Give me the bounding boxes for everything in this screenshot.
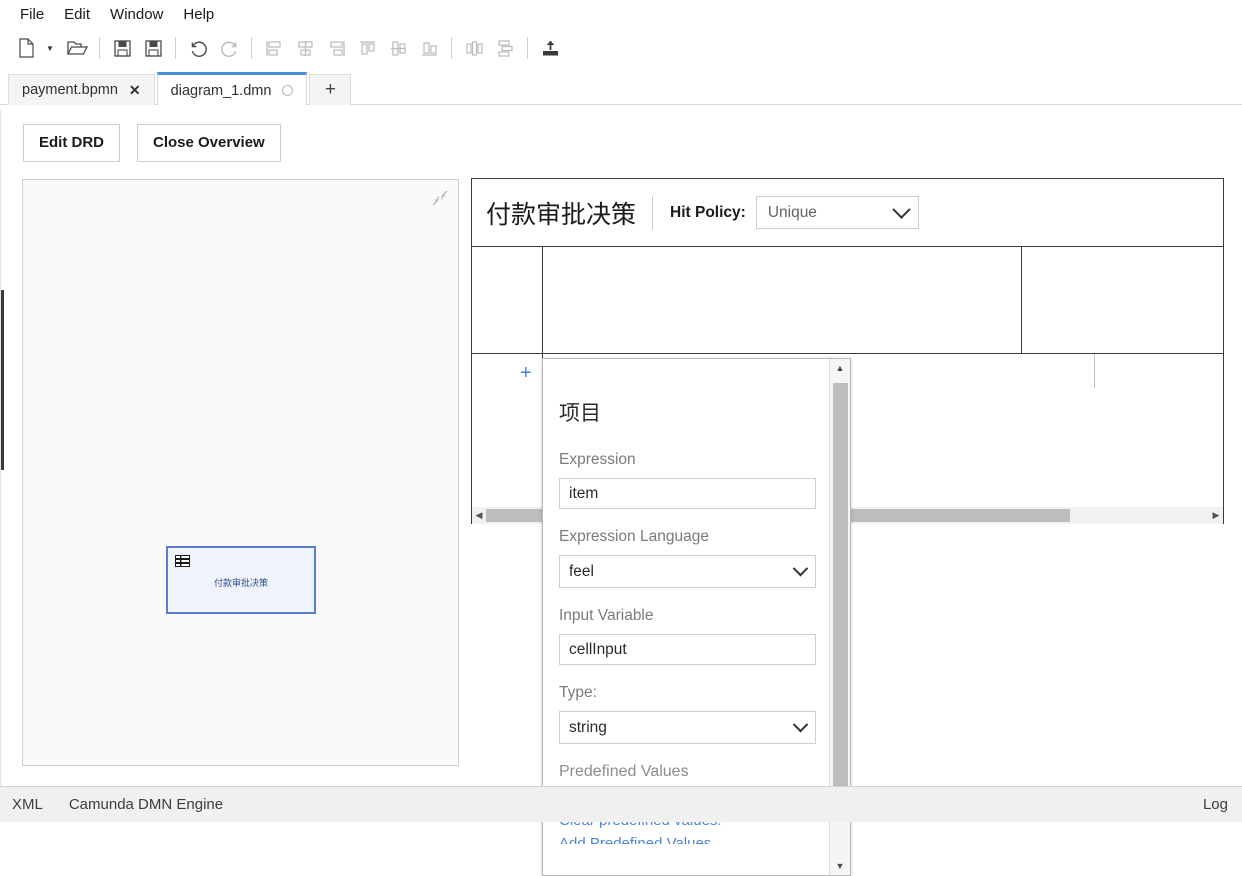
dmn-editor: Edit DRD Close Overview 付款审批决策 付款审批决策 Hi… [0,110,1242,876]
input-variable-label: Input Variable [559,607,654,624]
distribute-horizontal-icon[interactable] [460,34,488,62]
toolbar-separator-4 [451,37,452,59]
distribute-vertical-icon[interactable] [491,34,519,62]
menu-window[interactable]: Window [100,4,173,26]
open-folder-icon[interactable] [63,34,91,62]
collapse-arrows-icon[interactable] [430,188,450,208]
align-left-icon[interactable] [260,34,288,62]
menu-file[interactable]: File [10,4,54,26]
decision-table-header: 付款审批决策 Hit Policy: Unique [472,179,1223,247]
tab-bar: payment.bpmn ✕ diagram_1.dmn + [0,67,1242,105]
menu-help[interactable]: Help [173,4,224,26]
status-bar: XML Camunda DMN Engine Log [0,786,1242,822]
tab-label: payment.bpmn [22,82,118,98]
predefined-values-label: Predefined Values [559,763,689,780]
body-column-divider [1094,354,1095,388]
scrollbar-thumb[interactable] [486,509,542,522]
tab-diagram-1-dmn[interactable]: diagram_1.dmn [156,72,308,105]
new-file-dropdown-caret-icon[interactable]: ▼ [43,34,57,62]
menu-edit[interactable]: Edit [54,4,100,26]
scroll-left-arrow-icon[interactable]: ◀ [472,507,486,524]
hit-policy-select[interactable]: Unique [755,196,919,229]
add-rule-cell[interactable]: + [472,354,543,411]
status-xml-tab[interactable]: XML [12,796,43,813]
hit-policy-value: Unique [767,203,817,221]
drd-node-label: 付款审批决策 [213,579,268,589]
close-overview-button[interactable]: Close Overview [137,124,281,162]
header-divider [652,195,654,230]
toolbar-separator-3 [251,37,252,59]
align-top-icon[interactable] [353,34,381,62]
input-variable-input[interactable]: cellInput [559,634,816,665]
add-rule-button[interactable]: + [520,363,532,383]
decision-table-title[interactable]: 付款审批决策 [486,195,652,231]
save-icon[interactable] [108,34,136,62]
add-tab-button[interactable]: + [309,74,352,105]
scroll-right-arrow-icon[interactable]: ▶ [1209,507,1223,524]
expression-language-label: Expression Language [559,528,709,545]
drd-overview-panel[interactable]: 付款审批决策 [22,179,459,766]
drd-decision-node[interactable]: 付款审批决策 [166,546,316,614]
align-center-icon[interactable] [291,34,319,62]
input-expression-column-header-cell[interactable] [543,247,1022,353]
table-header-row: Output string + [472,247,1223,354]
new-file-icon[interactable] [12,34,40,62]
menu-bar: File Edit Window Help [0,0,1242,29]
expression-label: Expression [559,451,636,468]
status-bar-left: XML Camunda DMN Engine [0,796,249,813]
align-middle-icon[interactable] [384,34,412,62]
tab-payment-bpmn[interactable]: payment.bpmn ✕ [8,74,155,105]
output-column-header-cell[interactable]: Output string + [1022,247,1223,353]
hit-policy-label: Hit Policy: [670,203,746,221]
chevron-down-icon [792,560,809,577]
chevron-down-icon [892,200,911,219]
type-label: Type: [559,684,597,701]
scroll-down-arrow-icon[interactable]: ▼ [830,857,850,875]
save-as-icon[interactable] [139,34,167,62]
chevron-down-icon [792,716,809,733]
add-predefined-values-link[interactable]: Add Predefined Values. [559,835,814,844]
type-select[interactable]: string [559,711,816,744]
horizontal-scrollbar-left[interactable]: ◀ [472,507,542,524]
unsaved-indicator-icon[interactable] [282,85,294,96]
window-edge-artifact [1,290,4,470]
scrollbar-thumb[interactable] [833,383,848,807]
expression-language-value: feel [569,562,594,580]
toolbar-separator-1 [99,37,100,59]
scroll-up-arrow-icon[interactable]: ▲ [830,359,850,377]
close-icon[interactable]: ✕ [129,83,141,97]
undo-icon[interactable] [184,34,212,62]
status-engine-label: Camunda DMN Engine [68,796,224,813]
popup-title: 项目 [559,401,601,425]
toolbar-separator-2 [175,37,176,59]
deploy-upload-icon[interactable] [536,34,564,62]
status-log-button[interactable]: Log [1203,796,1228,813]
toolbar: ▼ [0,29,1242,67]
type-value: string [569,718,607,736]
decision-table-icon [175,554,190,567]
align-bottom-icon[interactable] [415,34,443,62]
align-right-icon[interactable] [322,34,350,62]
drd-toolbar: Edit DRD Close Overview [23,124,298,162]
edit-drd-button[interactable]: Edit DRD [23,124,120,162]
expression-input[interactable]: item [559,478,816,509]
tab-label: diagram_1.dmn [170,82,272,99]
redo-icon[interactable] [215,34,243,62]
expression-language-select[interactable]: feel [559,555,816,588]
input-column-header-cell[interactable] [472,247,543,353]
toolbar-separator-5 [527,37,528,59]
